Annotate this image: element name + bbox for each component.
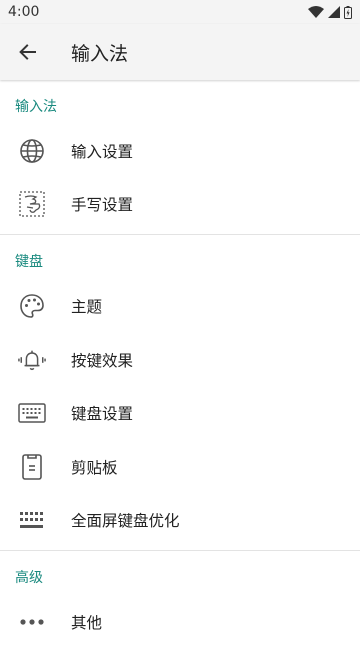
- item-label: 剪贴板: [71, 458, 118, 477]
- section-header-input-method: 输入法: [15, 99, 57, 115]
- settings-item-fullscreen-keyboard-optimize[interactable]: 全面屏键盘优化: [0, 494, 360, 548]
- settings-item-handwriting-settings[interactable]: 手写设置: [0, 178, 360, 232]
- palette-icon: [18, 292, 46, 320]
- handwriting-icon: [18, 190, 46, 218]
- clipboard-icon: [18, 453, 46, 481]
- item-label: 全面屏键盘优化: [71, 512, 180, 531]
- status-time: 4:00: [8, 4, 40, 20]
- more-icon: [18, 608, 46, 636]
- item-label: 其他: [71, 613, 103, 632]
- item-label: 输入设置: [71, 142, 134, 161]
- settings-item-clipboard[interactable]: 剪贴板: [0, 440, 360, 494]
- settings-item-keyboard-settings[interactable]: 键盘设置: [0, 386, 360, 440]
- status-bar: 4:00: [0, 0, 360, 24]
- item-label: 手写设置: [71, 196, 134, 215]
- settings-item-other[interactable]: 其他: [0, 595, 360, 649]
- back-button[interactable]: [16, 40, 40, 64]
- signal-icon: [328, 6, 340, 18]
- item-label: 主题: [71, 297, 103, 316]
- app-bar: 输入法: [0, 24, 360, 80]
- section-header-advanced: 高级: [15, 570, 43, 587]
- page-title: 输入法: [71, 42, 129, 65]
- status-icons: [308, 5, 352, 19]
- settings-item-theme[interactable]: 主题: [0, 279, 360, 333]
- settings-item-key-effects[interactable]: 按键效果: [0, 333, 360, 387]
- item-label: 键盘设置: [71, 405, 134, 424]
- keyboard-icon: [18, 399, 46, 427]
- wifi-icon: [308, 6, 324, 18]
- settings-item-input-settings[interactable]: 输入设置: [0, 124, 360, 178]
- item-label: 按键效果: [71, 351, 134, 370]
- battery-icon: [344, 5, 352, 19]
- bell-vibrate-icon: [18, 346, 46, 374]
- arrow-back-icon: [19, 44, 36, 60]
- keyboard-grid-icon: [18, 506, 46, 534]
- globe-icon: [18, 137, 46, 165]
- section-header-keyboard: 键盘: [15, 254, 43, 271]
